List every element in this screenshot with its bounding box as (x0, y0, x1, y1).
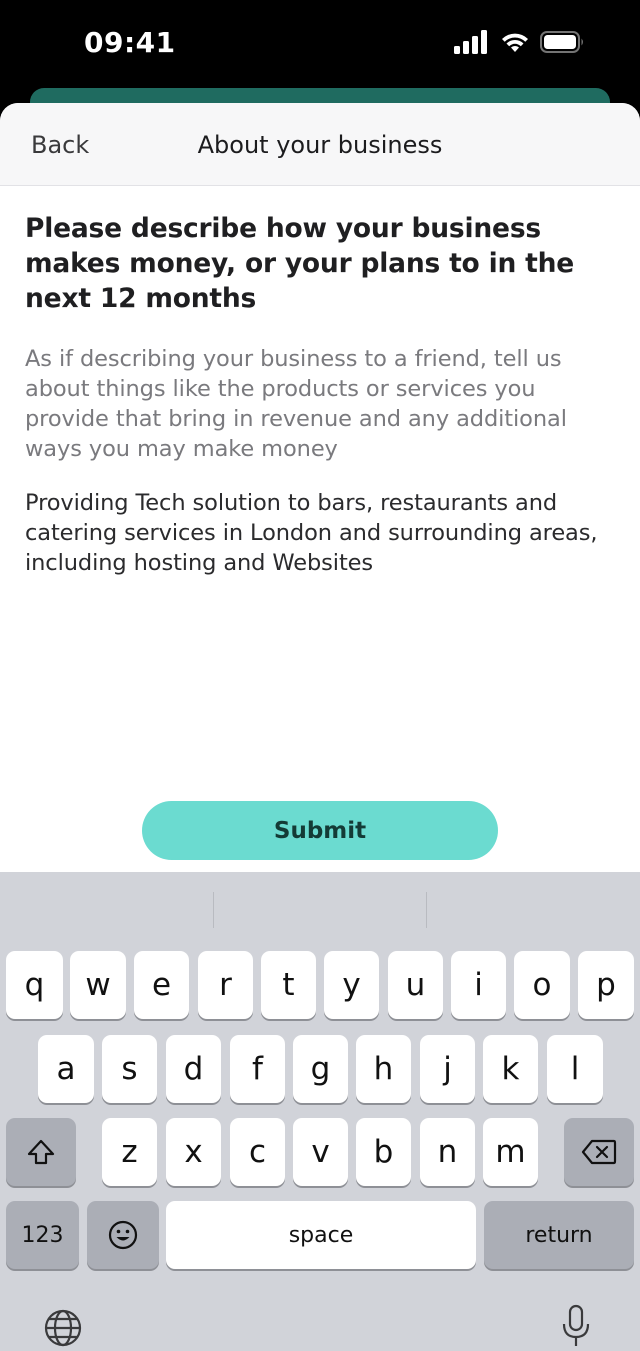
battery-icon (540, 31, 583, 53)
shift-key[interactable] (6, 1118, 76, 1186)
key-w[interactable]: w (70, 951, 126, 1019)
emoji-key[interactable] (87, 1201, 159, 1269)
status-icons (454, 30, 586, 54)
space-key[interactable]: space (166, 1201, 476, 1269)
key-f[interactable]: f (230, 1035, 285, 1103)
wifi-icon (502, 33, 528, 52)
key-s[interactable]: s (102, 1035, 157, 1103)
key-q[interactable]: q (6, 951, 63, 1019)
backspace-icon (581, 1139, 617, 1165)
key-m[interactable]: m (483, 1118, 538, 1186)
key-e[interactable]: e (134, 951, 189, 1019)
question-heading: Please describe how your business makes … (25, 213, 575, 314)
key-h[interactable]: h (356, 1035, 411, 1103)
key-n[interactable]: n (420, 1118, 475, 1186)
key-x[interactable]: x (166, 1118, 221, 1186)
key-k[interactable]: k (483, 1035, 538, 1103)
key-i[interactable]: i (451, 951, 506, 1019)
page-title: About your business (197, 131, 443, 159)
suggestion-divider (426, 892, 427, 928)
key-r[interactable]: r (198, 951, 253, 1019)
key-g[interactable]: g (293, 1035, 348, 1103)
form-content: Please describe how your business makes … (0, 186, 640, 688)
key-o[interactable]: o (514, 951, 570, 1019)
key-c[interactable]: c (230, 1118, 285, 1186)
key-z[interactable]: z (102, 1118, 157, 1186)
return-key[interactable]: return (484, 1201, 634, 1269)
key-u[interactable]: u (388, 951, 443, 1019)
key-v[interactable]: v (293, 1118, 348, 1186)
keyboard: q w e r t y u i o p a s d f g h j k l z … (0, 872, 640, 1351)
key-d[interactable]: d (166, 1035, 221, 1103)
navigation-bar: Back About your business (0, 103, 640, 186)
status-time: 09:41 (84, 26, 176, 59)
microphone-icon[interactable] (560, 1304, 592, 1348)
key-a[interactable]: a (38, 1035, 94, 1103)
signal-icon (454, 30, 487, 54)
helper-text: As if describing your business to a frie… (25, 346, 567, 462)
key-y[interactable]: y (324, 951, 379, 1019)
key-j[interactable]: j (420, 1035, 475, 1103)
globe-icon[interactable] (43, 1308, 83, 1348)
key-t[interactable]: t (261, 951, 316, 1019)
emoji-icon (108, 1220, 138, 1250)
status-bar: 09:41 (0, 0, 640, 90)
suggestion-divider (213, 892, 214, 928)
numbers-key[interactable]: 123 (6, 1201, 79, 1269)
key-l[interactable]: l (547, 1035, 603, 1103)
shift-icon (27, 1139, 55, 1165)
backspace-key[interactable] (564, 1118, 634, 1186)
key-p[interactable]: p (578, 951, 634, 1019)
submit-button[interactable]: Submit (142, 801, 498, 860)
key-b[interactable]: b (356, 1118, 411, 1186)
business-description-input[interactable]: Providing Tech solution to bars, restaur… (25, 488, 615, 688)
